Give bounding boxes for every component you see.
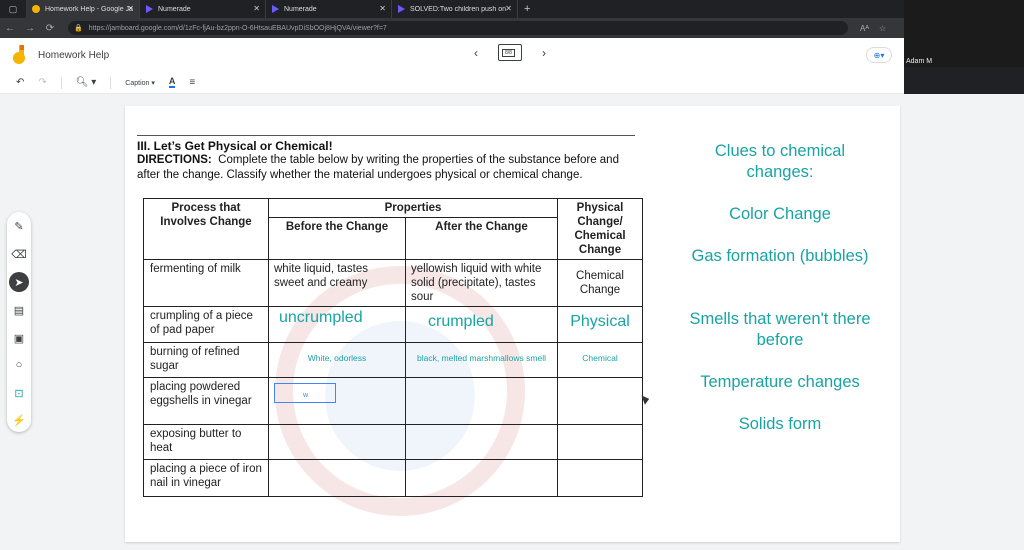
clue-item[interactable]: Solids form: [680, 414, 880, 435]
clue-item[interactable]: Smells that weren't there before: [680, 309, 880, 351]
close-tab-icon[interactable]: ✕: [253, 4, 260, 13]
worksheet-directions: DIRECTIONS: Complete the table below by …: [137, 154, 619, 181]
screen: ▢ Homework Help - Google Jamboard ✕ Nume…: [0, 0, 1024, 550]
board-canvas[interactable]: III. Let’s Get Physical or Chemical! DIR…: [125, 106, 900, 542]
close-tab-icon[interactable]: ✕: [127, 4, 134, 13]
align-center-icon[interactable]: ≡: [189, 77, 195, 88]
header-process: Process that Involves Change: [143, 198, 269, 260]
handwritten-text[interactable]: uncrumpled: [268, 306, 406, 343]
select-arrow-icon[interactable]: ➤: [9, 272, 29, 292]
text-style-dropdown[interactable]: Caption ▾: [125, 79, 155, 87]
laser-icon[interactable]: ⚡: [9, 410, 29, 430]
board-title[interactable]: Homework Help: [38, 50, 109, 61]
text-box[interactable]: Chemical: [557, 342, 644, 378]
header-after: After the Change: [404, 217, 559, 260]
table-row: fermenting of milk white liquid, tastes …: [143, 259, 644, 307]
tool-rail: ✎ ⌫ ➤ ▤ ▣ ○ ⊡ ⚡: [7, 212, 31, 432]
numerade-favicon-icon: [272, 5, 279, 13]
next-frame-icon[interactable]: ›: [538, 46, 550, 60]
tab-solved[interactable]: SOLVED:Two children push on o... ✕: [392, 0, 518, 18]
clue-item[interactable]: Color Change: [680, 204, 880, 225]
address-bar: ← → ⟳ 🔒 https://jamboard.google.com/d/1z…: [0, 18, 904, 38]
browser-tab-bar: ▢ Homework Help - Google Jamboard ✕ Nume…: [0, 0, 904, 18]
frame-bar-button[interactable]: 8/8: [498, 44, 522, 61]
pen-icon[interactable]: ✎: [9, 216, 29, 236]
tab-numerade-1[interactable]: Numerade ✕: [140, 0, 266, 18]
frame-navigator: ‹ 8/8 ›: [470, 44, 550, 61]
present-icon: ⊕▾: [873, 50, 885, 60]
clues-heading[interactable]: Clues to chemical changes:: [680, 141, 880, 183]
circle-shape-icon[interactable]: ○: [9, 355, 29, 375]
forward-icon[interactable]: →: [20, 23, 40, 34]
clue-item[interactable]: Gas formation (bubbles): [680, 246, 880, 267]
redo-icon[interactable]: ↷: [38, 77, 46, 88]
participant-name: Adam M: [906, 58, 933, 65]
read-aloud-icon[interactable]: Aᴬ: [860, 24, 869, 33]
header-properties: Properties: [267, 198, 559, 218]
window-menu-icon[interactable]: ▢: [0, 0, 26, 18]
tab-homework-help[interactable]: Homework Help - Google Jamboard ✕: [26, 0, 140, 18]
jamboard-logo-icon: [13, 45, 25, 64]
numerade-favicon-icon: [146, 5, 153, 13]
image-icon[interactable]: ▣: [9, 328, 29, 348]
header-classification: Physical Change/ Chemical Change: [557, 198, 644, 260]
present-button[interactable]: ⊕▾: [866, 47, 892, 63]
text-box-icon[interactable]: ⊡: [9, 383, 29, 403]
header-before: Before the Change: [268, 217, 406, 260]
app-header: Homework Help ‹ 8/8 › ⊕▾: [0, 38, 904, 72]
text-box[interactable]: White, odorless: [268, 342, 406, 378]
active-text-box[interactable]: w: [274, 383, 336, 403]
handwritten-text[interactable]: Physical: [557, 306, 644, 343]
frame-number: 8/8: [502, 49, 515, 57]
url-field[interactable]: 🔒 https://jamboard.google.com/d/1zFc-fjA…: [68, 21, 848, 35]
table-row: crumpling of a piece of pad paper uncrum…: [143, 306, 644, 343]
table-header-row: Process that Involves Change Properties …: [143, 198, 644, 260]
worksheet-title: III. Let’s Get Physical or Chemical!: [137, 139, 333, 153]
text-color-icon[interactable]: A: [168, 77, 176, 88]
favorite-star-icon[interactable]: ☆: [879, 24, 886, 33]
handwritten-text[interactable]: crumpled: [404, 306, 559, 343]
tab-numerade-2[interactable]: Numerade ✕: [266, 0, 392, 18]
close-tab-icon[interactable]: ✕: [379, 4, 386, 13]
eraser-icon[interactable]: ⌫: [9, 244, 29, 264]
numerade-favicon-icon: [398, 5, 405, 13]
table-row: exposing butter to heat: [143, 424, 644, 460]
zoom-icon[interactable]: 🔍︎ ▾: [76, 77, 97, 88]
reload-icon[interactable]: ⟳: [40, 23, 60, 34]
table-row: placing a piece of iron nail in vinegar: [143, 459, 644, 497]
lock-icon: 🔒: [74, 25, 83, 32]
back-icon[interactable]: ←: [0, 23, 20, 34]
undo-icon[interactable]: ↶: [16, 77, 24, 88]
properties-table: Process that Involves Change Properties …: [143, 198, 644, 497]
participant-video: Adam M: [904, 0, 1024, 67]
new-tab-icon[interactable]: +: [524, 3, 530, 15]
table-row: placing powdered eggshells in vinegar w: [143, 377, 644, 425]
sticky-note-icon[interactable]: ▤: [9, 300, 29, 320]
clue-item[interactable]: Temperature changes: [680, 372, 880, 393]
table-row: burning of refined sugar White, odorless…: [143, 342, 644, 378]
jamboard-favicon-icon: [32, 5, 40, 13]
previous-frame-icon[interactable]: ‹: [470, 46, 482, 60]
text-box[interactable]: black, melted marshmallows smell: [404, 342, 559, 378]
toolbar: ↶ ↷ 🔍︎ ▾ Caption ▾ A ≡: [0, 72, 904, 94]
close-tab-icon[interactable]: ✕: [505, 4, 512, 13]
